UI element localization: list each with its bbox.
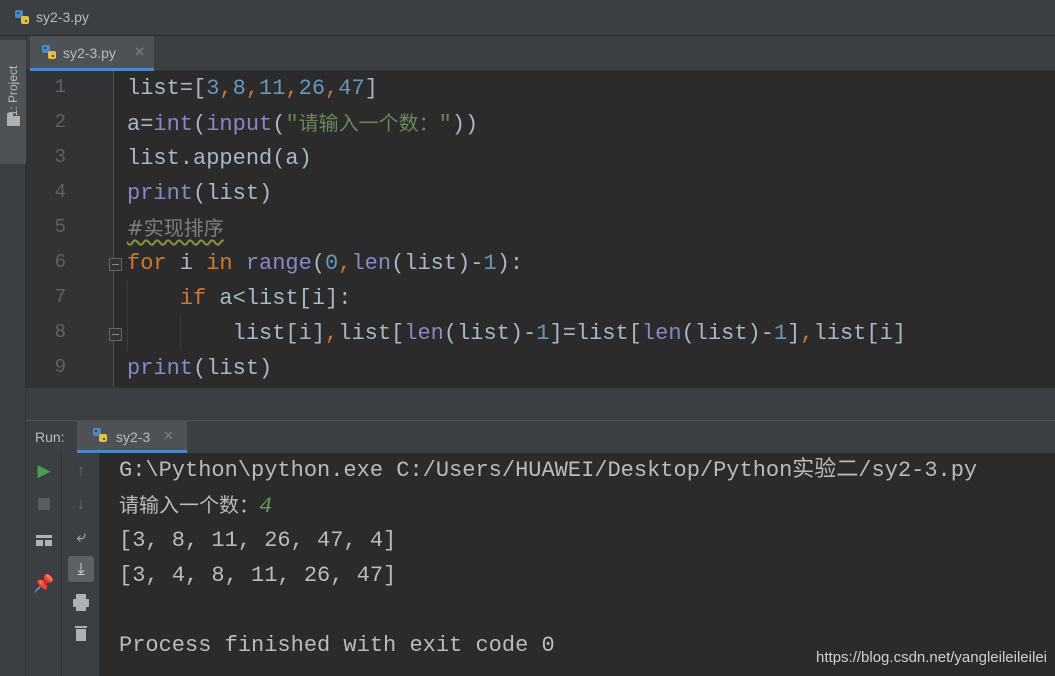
code-line: print(list) — [127, 181, 273, 206]
stop-icon[interactable] — [31, 491, 57, 517]
console-user-input: 4 — [259, 494, 273, 519]
console-output-2: [3, 4, 8, 11, 26, 47] — [119, 563, 397, 588]
run-icon[interactable]: ▶ — [31, 458, 57, 484]
run-console[interactable]: G:\Python\python.exe C:/Users/HUAWEI/Des… — [100, 453, 1055, 676]
fold-marker-icon[interactable] — [109, 258, 122, 271]
line-number: 5 — [54, 216, 66, 238]
code-line: list=[3,8,11,26,47] — [127, 76, 378, 101]
console-exit-message: Process finished with exit code 0 — [119, 633, 555, 658]
python-icon — [93, 428, 107, 442]
pin-icon[interactable]: 📌 — [31, 571, 57, 597]
code-line: list.append(a) — [127, 146, 312, 171]
folder-icon — [7, 113, 20, 126]
console-command: G:\Python\python.exe C:/Users/HUAWEI/Des… — [119, 458, 978, 483]
code-line: list[i],list[len(list)-1]=list[len(list)… — [127, 321, 906, 346]
code-line: #实现排序 — [127, 216, 224, 240]
left-tool-strip: 1: Project — [0, 36, 26, 676]
editor-tab-bar: sy2-3.py ✕ — [26, 36, 1055, 71]
close-icon[interactable]: ✕ — [163, 428, 174, 444]
down-arrow-icon[interactable]: ↓ — [68, 491, 94, 517]
line-number: 1 — [54, 76, 66, 98]
console-command-line: G:\Python\python.exe C:/Users/HUAWEI/Des… — [119, 453, 977, 488]
trash-icon[interactable] — [68, 621, 94, 647]
code-line: if a<list[i]: — [179, 286, 352, 311]
run-toolbar-primary: ▶ 📌 — [26, 453, 62, 676]
project-tool-tab[interactable]: 1: Project — [0, 40, 26, 164]
run-tab-sy2-3[interactable]: sy2-3 ✕ — [77, 421, 187, 453]
console-output-1: [3, 8, 11, 26, 47, 4] — [119, 528, 397, 553]
editor-tab-label: sy2-3.py — [63, 45, 116, 61]
soft-wrap-icon[interactable]: ⤶ — [68, 524, 94, 550]
line-gutter: 1 2 3 4 5 6 7 8 9 — [26, 71, 114, 387]
scroll-to-end-icon[interactable]: ⤓ — [68, 556, 94, 582]
fold-marker-icon[interactable] — [109, 328, 122, 341]
console-input-line: 请输入一个数：4 — [119, 488, 272, 523]
line-number: 2 — [54, 111, 66, 133]
python-file-icon — [15, 10, 29, 24]
code-editor[interactable]: 1 2 3 4 5 6 7 8 9 list=[3,8,11,26,47] a=… — [26, 71, 1055, 387]
code-line: for i in range(0,len(list)-1): — [127, 251, 524, 276]
print-icon[interactable] — [68, 589, 94, 615]
run-toolbar-secondary: ↑ ↓ ⤶ ⤓ — [62, 453, 100, 676]
line-number: 3 — [54, 146, 66, 168]
line-number: 7 — [54, 286, 66, 308]
close-icon[interactable]: ✕ — [134, 44, 145, 60]
pycharm-window: sy2-3.py 1: Project sy2-3.py ✕ 1 2 3 4 5 — [0, 0, 1055, 676]
code-line: print(list) — [127, 356, 273, 381]
editor-tab-sy2-3[interactable]: sy2-3.py ✕ — [30, 36, 154, 71]
console-prompt: 请输入一个数： — [119, 493, 259, 517]
line-number: 4 — [54, 181, 66, 203]
code-line: a=int(input("请输入一个数：")) — [127, 111, 479, 137]
layout-icon[interactable] — [31, 531, 57, 557]
up-arrow-icon[interactable]: ↑ — [68, 458, 94, 484]
python-file-icon — [42, 45, 56, 59]
window-title: sy2-3.py — [36, 9, 89, 25]
watermark: https://blog.csdn.net/yangleileileilei — [816, 649, 1047, 666]
run-label: Run: — [35, 429, 65, 445]
line-number: 9 — [54, 356, 66, 378]
panel-separator — [26, 387, 1055, 420]
run-tab-label: sy2-3 — [116, 429, 151, 445]
line-number: 8 — [54, 321, 66, 343]
run-panel-header: Run: sy2-3 ✕ — [26, 420, 1055, 453]
title-bar: sy2-3.py — [0, 0, 1055, 36]
line-number: 6 — [54, 251, 66, 273]
